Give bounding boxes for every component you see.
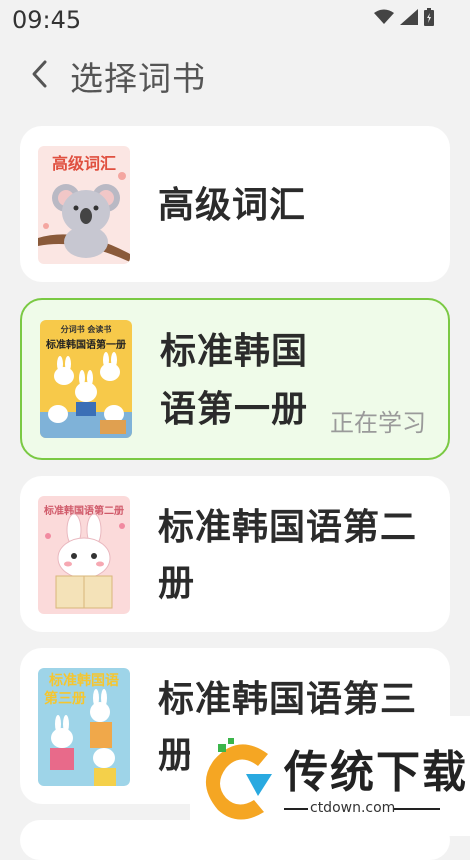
watermark-url: ctdown.com <box>310 800 396 816</box>
koala-illustration <box>38 172 130 262</box>
bunnies-illustration <box>50 689 116 786</box>
book-title: 高级词汇 <box>158 185 307 226</box>
battery-icon <box>424 8 434 26</box>
book-card-standard-korean-2[interactable]: 标准韩国语第二册 标准韩国语第二 册 <box>20 476 450 632</box>
bunnies-illustration <box>40 352 132 438</box>
book-title-line2: 册 <box>158 563 196 604</box>
book-cover: 高级词汇 <box>38 146 130 264</box>
status-bar: 09:45 <box>0 0 470 40</box>
watermark-line-right <box>394 808 440 810</box>
status-time: 09:45 <box>12 6 82 34</box>
book-cover: 标准韩国语 第三册 <box>38 668 130 786</box>
book-title-line1: 标准韩国语第二 <box>158 507 418 548</box>
book-card-standard-korean-1[interactable]: 分词书 会读书 标准韩国语第一册 标准韩国 语第一册 正在学习 <box>20 298 450 460</box>
status-badge: 正在学习 <box>330 409 426 437</box>
wifi-icon <box>374 9 394 24</box>
status-icons <box>374 8 434 26</box>
header: 选择词书 <box>0 48 470 102</box>
signal-icon <box>400 9 418 25</box>
book-title-line2: 语第一册 <box>160 389 309 430</box>
book-title-line1: 标准韩国 <box>160 331 309 372</box>
book-cover: 分词书 会读书 标准韩国语第一册 <box>40 320 132 438</box>
page-title: 选择词书 <box>70 59 206 98</box>
watermark-line-left <box>284 808 308 810</box>
book-card-advanced-vocab[interactable]: 高级词汇 高级词汇 <box>20 126 450 282</box>
bunny-illustration <box>45 513 125 609</box>
book-cover: 标准韩国语第二册 <box>38 496 130 614</box>
back-button[interactable] <box>24 56 54 92</box>
watermark: 传统下载 ctdown.com <box>190 716 470 836</box>
chevron-left-icon <box>32 60 47 88</box>
brand-logo-icon <box>205 738 272 820</box>
watermark-brand: 传统下载 <box>284 747 468 798</box>
